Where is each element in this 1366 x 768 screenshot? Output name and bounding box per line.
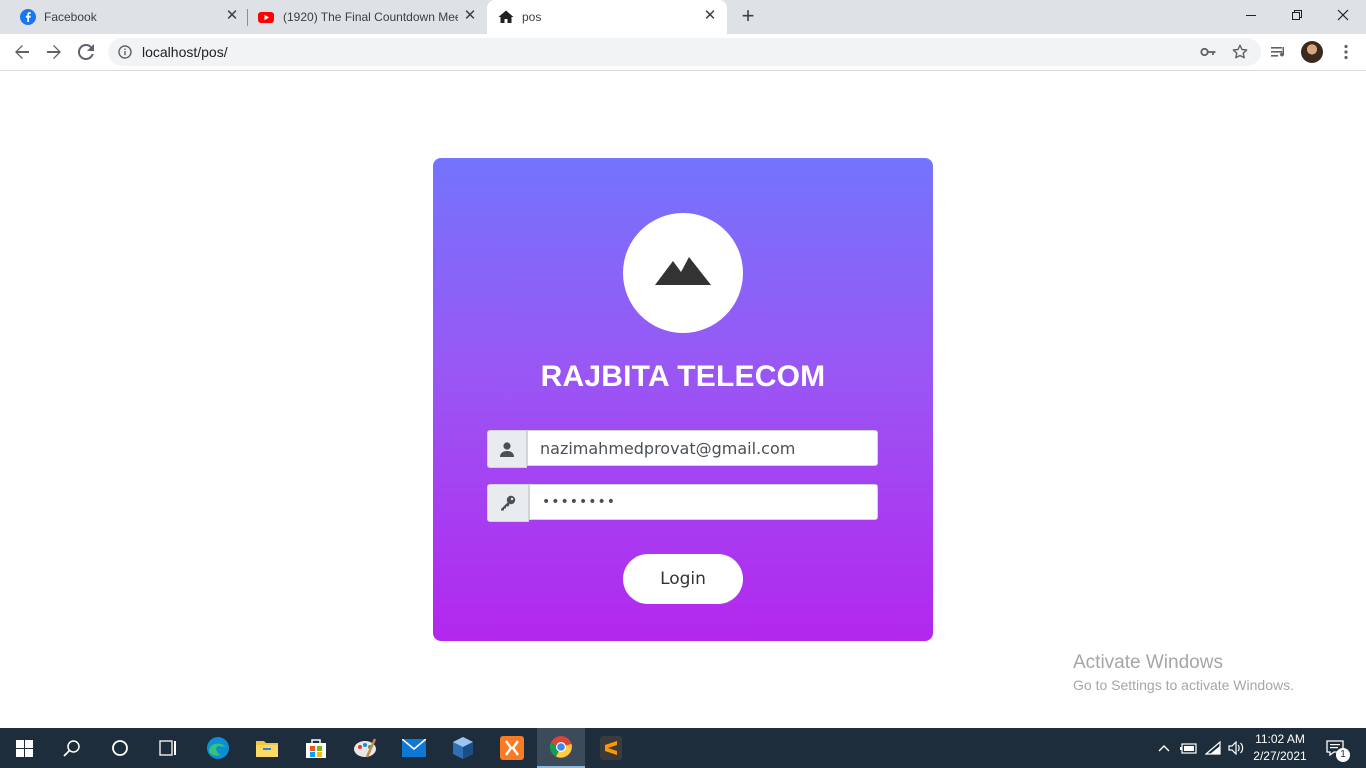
tab-label: Facebook bbox=[44, 10, 97, 24]
key-icon bbox=[487, 484, 529, 522]
virtualbox-icon[interactable] bbox=[439, 728, 487, 768]
tab-facebook[interactable]: Facebook ✕ bbox=[0, 0, 248, 34]
notification-badge: 1 bbox=[1336, 748, 1350, 762]
forward-icon[interactable] bbox=[40, 38, 68, 66]
battery-icon[interactable] bbox=[1178, 728, 1200, 768]
sublime-text-icon[interactable] bbox=[587, 728, 635, 768]
login-button[interactable]: Login bbox=[623, 554, 743, 604]
restore-icon[interactable] bbox=[1274, 0, 1320, 30]
address-text: localhost/pos/ bbox=[142, 44, 228, 60]
taskbar: 11:02 AM 2/27/2021 1 bbox=[0, 728, 1366, 768]
tab-youtube[interactable]: (1920) The Final Countdown Meets ✕ bbox=[248, 0, 486, 34]
close-icon[interactable]: ✕ bbox=[462, 8, 478, 24]
home-icon bbox=[498, 9, 514, 25]
search-icon[interactable] bbox=[48, 728, 96, 768]
password-field[interactable]: •••••••• bbox=[529, 484, 878, 520]
clock-time: 11:02 AM bbox=[1255, 732, 1305, 746]
xampp-icon[interactable] bbox=[488, 728, 536, 768]
tab-label: (1920) The Final Countdown Meets bbox=[283, 10, 458, 24]
tab-pos[interactable]: pos ✕ bbox=[487, 0, 727, 34]
activate-windows-title: Activate Windows bbox=[1073, 652, 1223, 673]
tab-label: pos bbox=[522, 10, 542, 24]
tab-strip: Facebook ✕ (1920) The Final Countdown Me… bbox=[0, 0, 1366, 34]
clock-date: 2/27/2021 bbox=[1253, 749, 1307, 763]
mail-icon[interactable] bbox=[390, 728, 438, 768]
windows-start-icon[interactable] bbox=[0, 728, 48, 768]
activate-windows-hint: Go to Settings to activate Windows. bbox=[1073, 677, 1294, 693]
notification-icon[interactable]: 1 bbox=[1320, 728, 1350, 768]
menu-icon[interactable] bbox=[1336, 42, 1356, 62]
login-card: RAJBITA TELECOM nazimahmedprovat@gmail.c… bbox=[433, 158, 933, 641]
cortana-icon[interactable] bbox=[96, 728, 144, 768]
wifi-icon[interactable] bbox=[1202, 728, 1224, 768]
reload-icon[interactable] bbox=[72, 38, 100, 66]
volume-icon[interactable] bbox=[1226, 728, 1246, 768]
email-input-group: nazimahmedprovat@gmail.com bbox=[487, 430, 878, 468]
file-explorer-icon[interactable] bbox=[243, 728, 291, 768]
logo bbox=[623, 213, 743, 333]
edge-icon[interactable] bbox=[194, 728, 242, 768]
youtube-icon bbox=[258, 9, 274, 25]
avatar[interactable] bbox=[1301, 41, 1323, 63]
back-icon[interactable] bbox=[8, 38, 36, 66]
store-icon[interactable] bbox=[292, 728, 340, 768]
new-tab-icon[interactable]: + bbox=[736, 5, 760, 29]
mountain-icon bbox=[655, 255, 711, 292]
paint-icon[interactable] bbox=[341, 728, 389, 768]
chrome-icon[interactable] bbox=[537, 728, 585, 768]
user-icon bbox=[487, 430, 527, 468]
minimize-icon[interactable] bbox=[1228, 0, 1274, 30]
info-icon[interactable] bbox=[118, 45, 132, 64]
address-bar[interactable]: localhost/pos/ bbox=[108, 38, 1261, 66]
chevron-up-icon[interactable] bbox=[1154, 728, 1174, 768]
password-input-group: •••••••• bbox=[487, 484, 878, 522]
key-icon[interactable] bbox=[1200, 44, 1216, 60]
facebook-icon bbox=[20, 9, 36, 25]
window-close-icon[interactable] bbox=[1320, 0, 1366, 30]
star-icon[interactable] bbox=[1232, 44, 1248, 60]
system-clock[interactable]: 11:02 AM 2/27/2021 bbox=[1246, 731, 1314, 765]
close-icon[interactable]: ✕ bbox=[702, 8, 718, 24]
media-control-icon[interactable] bbox=[1269, 42, 1289, 62]
task-view-icon[interactable] bbox=[144, 728, 192, 768]
close-icon[interactable]: ✕ bbox=[224, 8, 240, 24]
brand-title: RAJBITA TELECOM bbox=[540, 360, 826, 393]
browser-toolbar: localhost/pos/ bbox=[0, 34, 1366, 71]
email-field[interactable]: nazimahmedprovat@gmail.com bbox=[527, 430, 878, 466]
